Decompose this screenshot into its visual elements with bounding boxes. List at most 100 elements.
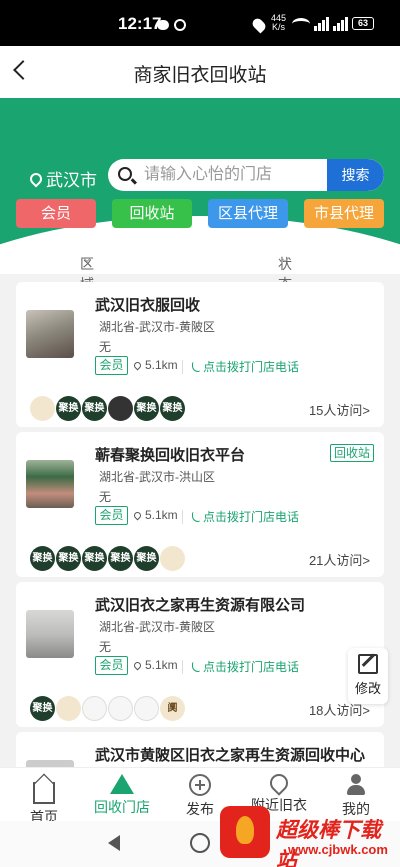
avatar: 聚换 [108,546,133,571]
visitor-avatars: 聚换 聚换 聚换 聚换 聚换 [30,546,186,571]
search-icon [118,167,132,181]
category-buttons: 会员 回收站 区县代理 市县代理 [16,199,384,228]
shop-distance: 5.1km [132,658,178,672]
avatar: 聚换 [56,396,81,421]
avatar: 聚换 [160,396,185,421]
member-badge: 会员 [95,656,128,675]
watermark-title: 超级棒下载站 [276,819,381,867]
shop-card[interactable]: 蕲春聚换回收旧衣平台 回收站 湖北省-武汉市-洪山区 无 会员 5.1km 点击… [16,432,384,577]
avatar [108,396,133,421]
person-icon [345,774,367,796]
avatar: 阒 [160,696,185,721]
edit-label: 修改 [354,681,381,696]
notification-icon [174,19,186,31]
shop-name: 武汉旧衣服回收 [95,297,201,314]
search-button[interactable]: 搜索 [327,159,384,191]
shop-distance: 5.1km [132,508,178,522]
city-label: 武汉市 [46,171,97,190]
distance-pin-icon [132,510,143,520]
city-selector[interactable]: 武汉市 [27,166,97,191]
category-member-button[interactable]: 会员 [16,199,96,228]
avatar [134,696,159,721]
battery-icon: 63 [352,17,374,30]
avatar: 聚换 [82,396,107,421]
phone-icon [192,511,200,522]
shop-thumbnail [26,460,74,508]
category-recycle-station-button[interactable]: 回收站 [112,199,192,228]
avatar [160,546,185,571]
search-input[interactable] [144,159,330,191]
shop-address: 湖北省-武汉市-黄陂区 [99,620,215,634]
divider [182,510,183,524]
shop-card[interactable]: 武汉旧衣服回收 湖北省-武汉市-黄陂区 无 会员 5.1km 点击拨打门店电话 … [16,282,384,427]
phone-icon [192,661,200,672]
shop-thumbnail [26,610,74,658]
avatar [82,696,107,721]
call-shop-link[interactable]: 点击拨打门店电话 [192,658,299,675]
avatar: 聚换 [30,546,55,571]
recycle-icon [110,774,134,794]
shop-name: 蕲春聚换回收旧衣平台 [95,447,246,464]
shop-description: 无 [99,490,112,504]
shop-address: 湖北省-武汉市-黄陂区 [99,320,215,334]
location-pin-icon [266,770,292,796]
category-county-agent-button[interactable]: 市县代理 [304,199,384,228]
visitor-avatars: 聚换 聚换 聚换 聚换 [30,396,186,421]
call-shop-link[interactable]: 点击拨打门店电话 [192,508,299,525]
watermark-url: www.cjbwk.com [288,842,388,857]
shop-thumbnail [26,310,74,358]
distance-pin-icon [132,660,143,670]
visit-count-link[interactable]: 21人访问> [309,550,370,569]
shop-card[interactable]: 武汉旧衣之家再生资源有限公司 湖北省-武汉市-黄陂区 无 会员 5.1km 点击… [16,582,384,727]
avatar: 聚换 [30,696,55,721]
edit-icon [358,654,378,674]
avatar: 聚换 [82,546,107,571]
avatar: 聚换 [134,396,159,421]
network-speed: 445 K/s [271,13,287,32]
nav-home-icon[interactable] [190,833,210,853]
page-title: 商家旧衣回收站 [133,65,267,86]
wifi-icon [292,18,310,30]
status-time: 12:17 [118,14,162,33]
phone-icon [192,361,200,372]
status-filter[interactable]: 状态 [278,251,292,292]
visitor-avatars: 聚换 阒 [30,696,186,721]
edit-button[interactable]: 修改 [348,648,388,704]
shop-name: 武汉旧衣之家再生资源有限公司 [95,597,306,614]
tab-home[interactable]: 首页 [4,768,84,825]
member-badge: 会员 [95,506,128,525]
page-header: 商家旧衣回收站 [0,46,400,98]
plus-icon [189,774,211,796]
location-pin-icon [27,170,45,187]
watermark-logo-icon [220,806,270,858]
signal-icon [314,17,329,31]
nav-back-icon[interactable] [108,835,120,851]
tab-label: 回收门店 [94,799,150,815]
shop-name: 武汉市黄陂区旧衣之家再生资源回收中心 [95,747,366,764]
visit-count-link[interactable]: 15人访问> [309,400,370,419]
shop-description: 无 [99,340,112,354]
search-bar: 搜索 [108,159,384,191]
tab-recycle-stores[interactable]: 回收门店 [82,768,162,822]
recycle-station-tag: 回收站 [329,444,374,462]
avatar [56,696,81,721]
watermark: 超级棒下载站 www.cjbwk.com [218,806,400,867]
avatar: 聚换 [56,546,81,571]
shop-distance: 5.1km [132,358,178,372]
category-district-agent-button[interactable]: 区县代理 [208,199,288,228]
region-filter[interactable]: 区域 [80,251,94,292]
location-icon [250,16,268,34]
distance-pin-icon [132,360,143,370]
home-icon [33,782,55,804]
status-bar: 12:17 445 K/s 63 [0,0,400,46]
filter-bar: 区域 状态 [0,248,400,292]
signal-icon [333,17,348,31]
avatar [108,696,133,721]
shop-address: 湖北省-武汉市-洪山区 [99,470,215,484]
shop-description: 无 [99,640,112,654]
call-shop-link[interactable]: 点击拨打门店电话 [192,358,299,375]
divider [182,660,183,674]
divider [182,360,183,374]
avatar: 聚换 [134,546,159,571]
member-badge: 会员 [95,356,128,375]
